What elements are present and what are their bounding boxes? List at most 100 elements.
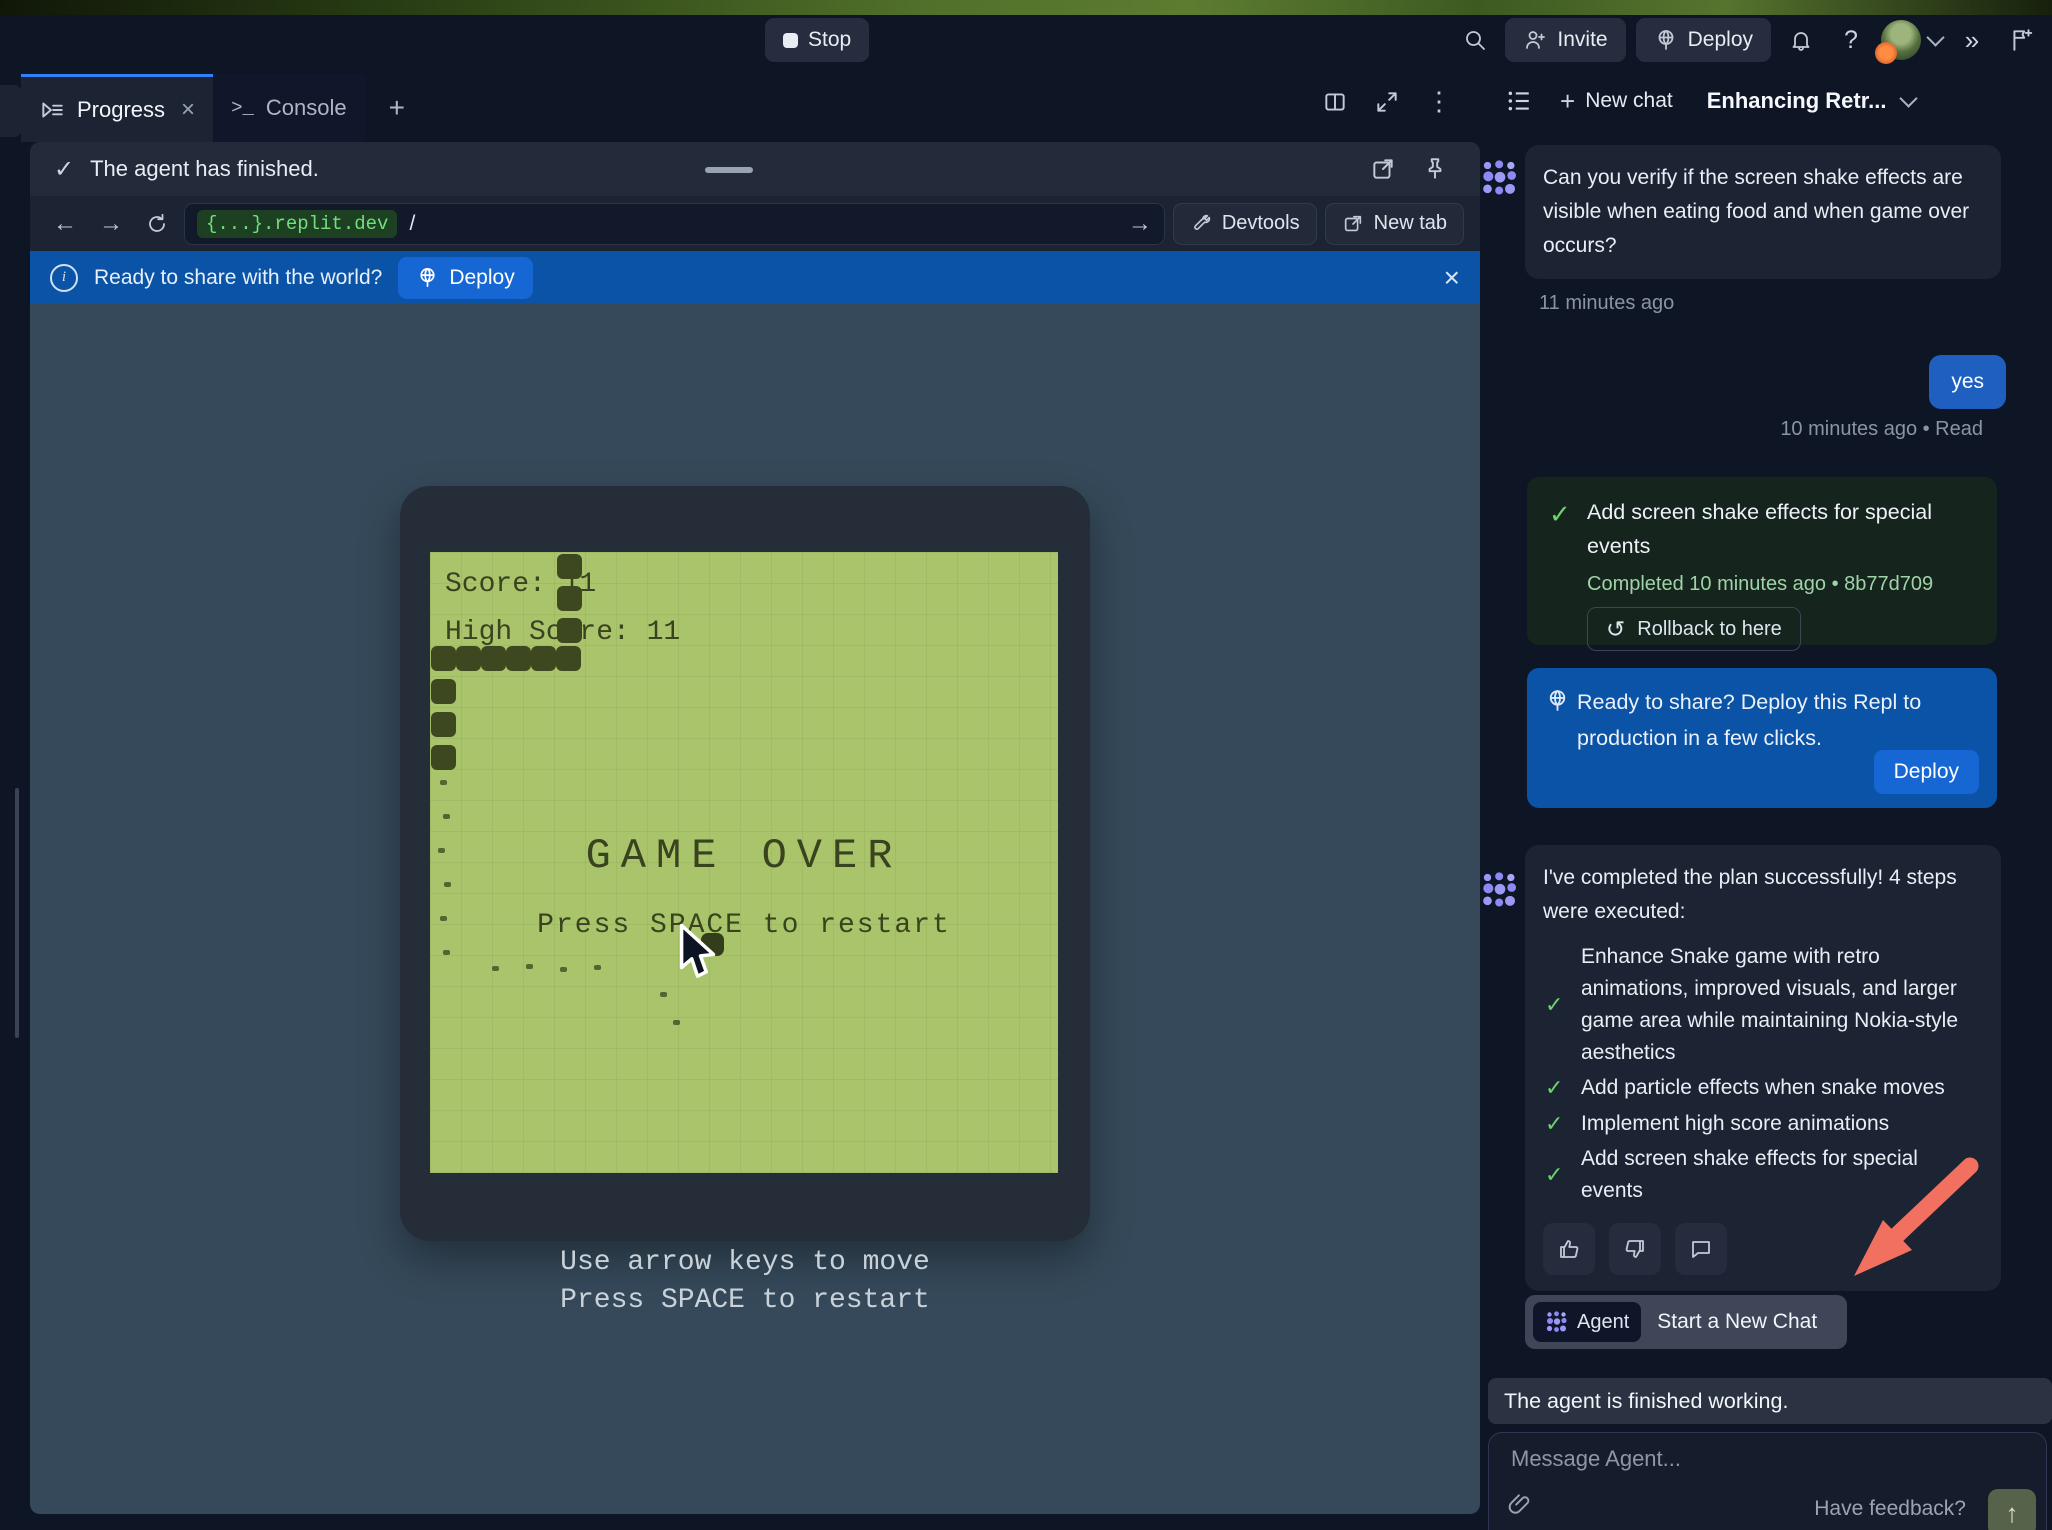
- deploy-card-text: Ready to share? Deploy this Repl to prod…: [1577, 684, 1957, 756]
- agent-logo-icon: [1545, 1310, 1569, 1334]
- chat-title[interactable]: Enhancing Retr...: [1707, 88, 1887, 114]
- invite-label: Invite: [1557, 28, 1607, 52]
- particle: [560, 967, 567, 972]
- banner-close-icon[interactable]: ×: [1444, 262, 1460, 294]
- deploy-promo-card: Ready to share? Deploy this Repl to prod…: [1527, 668, 1997, 808]
- game-console-frame: Score: 11 High Score: 11 GAME OVER Press…: [400, 486, 1090, 1241]
- wrench-icon: [1190, 213, 1212, 235]
- particle: [594, 965, 601, 970]
- plan-item-text: Add particle effects when snake moves: [1581, 1072, 1945, 1104]
- agent-chip-label: Agent: [1577, 1311, 1629, 1334]
- deploy-button[interactable]: Deploy: [1636, 18, 1771, 62]
- comment-button[interactable]: [1675, 1223, 1727, 1275]
- snake-segment: [506, 646, 531, 671]
- thumbs-up-icon: [1557, 1237, 1581, 1261]
- thumbs-down-button[interactable]: [1609, 1223, 1661, 1275]
- url-bar[interactable]: {...}.replit.dev / →: [184, 203, 1165, 245]
- banner-deploy-label: Deploy: [449, 266, 514, 290]
- close-icon[interactable]: ×: [181, 96, 195, 124]
- snake-segment: [456, 646, 481, 671]
- double-chevron-icon[interactable]: »: [1952, 18, 1992, 62]
- forward-icon[interactable]: →: [92, 210, 130, 238]
- new-tab-button-browser[interactable]: New tab: [1325, 203, 1464, 245]
- devtools-button[interactable]: Devtools: [1173, 203, 1317, 245]
- plan-item: ✓ Add particle effects when snake moves: [1545, 1071, 1983, 1105]
- tab-console-label: Console: [266, 95, 347, 121]
- particle: [440, 780, 447, 785]
- start-new-chat-label: Start a New Chat: [1657, 1310, 1817, 1334]
- instruction-line-2: Press SPACE to restart: [400, 1282, 1090, 1320]
- kebab-menu-icon[interactable]: ⋮: [1426, 86, 1452, 117]
- particle: [440, 916, 447, 921]
- agent-avatar: [1480, 158, 1520, 198]
- snake-segment: [431, 679, 456, 704]
- tab-progress-label: Progress: [77, 97, 165, 123]
- completed-task-card: ✓ Add screen shake effects for special e…: [1527, 477, 1997, 645]
- new-tab-button[interactable]: +: [365, 74, 429, 142]
- chevron-down-icon[interactable]: [1900, 89, 1918, 107]
- start-new-chat-button[interactable]: Agent Start a New Chat: [1525, 1295, 1847, 1349]
- mouse-cursor: [678, 924, 720, 982]
- banner-deploy-button[interactable]: Deploy: [398, 257, 532, 299]
- go-arrow-icon[interactable]: →: [1128, 210, 1152, 238]
- deploy-card-button-label: Deploy: [1894, 760, 1959, 784]
- chat-list-icon[interactable]: [1506, 88, 1532, 114]
- agent-avatar: [1480, 870, 1520, 910]
- message-input[interactable]: [1509, 1445, 1943, 1473]
- split-view-icon[interactable]: [1322, 89, 1348, 115]
- search-icon[interactable]: [1455, 18, 1495, 62]
- refresh-icon[interactable]: [138, 212, 176, 236]
- resize-handle[interactable]: [705, 167, 753, 173]
- notifications-bell-icon[interactable]: [1781, 18, 1821, 62]
- deploy-globe-icon: [1654, 28, 1678, 52]
- chevron-down-icon: [1926, 28, 1944, 46]
- deploy-globe-icon: [416, 266, 439, 289]
- send-button[interactable]: ↑: [1988, 1489, 2036, 1530]
- stop-icon: [783, 33, 798, 48]
- check-icon: ✓: [54, 155, 74, 184]
- deploy-label: Deploy: [1688, 28, 1753, 52]
- snake-segment: [431, 712, 456, 737]
- snake-segment: [431, 646, 456, 671]
- stop-label: Stop: [808, 28, 851, 52]
- tab-progress[interactable]: Progress ×: [21, 74, 213, 142]
- new-chat-button[interactable]: + New chat: [1560, 86, 1673, 117]
- have-feedback-link[interactable]: Have feedback?: [1814, 1497, 1966, 1521]
- browser-toolbar: ← → {...}.replit.dev / → Devtools New ta…: [30, 196, 1480, 251]
- check-icon: ✓: [1545, 1107, 1569, 1141]
- plan-item-text: Enhance Snake game with retro animations…: [1581, 941, 1983, 1069]
- collapsed-sidebar-tab[interactable]: [0, 85, 22, 137]
- help-icon[interactable]: ?: [1831, 18, 1871, 62]
- open-external-icon[interactable]: [1370, 156, 1396, 182]
- left-scrollbar[interactable]: [15, 788, 19, 1038]
- expand-icon[interactable]: [1374, 89, 1400, 115]
- particle: [444, 882, 451, 887]
- url-path: /: [409, 212, 415, 236]
- deploy-card-button[interactable]: Deploy: [1874, 750, 1979, 794]
- agent-status-bar: ✓ The agent has finished.: [30, 142, 1480, 197]
- desktop-gradient-strip: [0, 0, 2052, 15]
- particle: [443, 950, 450, 955]
- deploy-banner: i Ready to share with the world? Deploy …: [30, 251, 1480, 304]
- flag-plus-icon[interactable]: [2002, 18, 2042, 62]
- check-icon: ✓: [1545, 1071, 1569, 1105]
- stop-button[interactable]: Stop: [765, 18, 869, 62]
- snake-segment: [531, 646, 556, 671]
- attachment-paperclip-icon[interactable]: [1507, 1491, 1533, 1517]
- message-composer[interactable]: Have feedback? ↑: [1488, 1432, 2047, 1530]
- thumbs-up-button[interactable]: [1543, 1223, 1595, 1275]
- rollback-button[interactable]: ↺ Rollback to here: [1587, 607, 1801, 651]
- task-title: Add screen shake effects for special eve…: [1587, 495, 1967, 563]
- tab-console[interactable]: >_ Console: [213, 74, 365, 142]
- invite-button[interactable]: Invite: [1505, 18, 1625, 62]
- back-icon[interactable]: ←: [46, 210, 84, 238]
- account-menu[interactable]: [1881, 20, 1942, 60]
- app-preview: Score: 11 High Score: 11 GAME OVER Press…: [30, 304, 1480, 1514]
- agent-finished-text: The agent is finished working.: [1504, 1389, 1788, 1414]
- particle: [438, 848, 445, 853]
- url-host-chip[interactable]: {...}.replit.dev: [197, 210, 397, 238]
- avatar-badge: [1875, 42, 1897, 64]
- game-screen[interactable]: Score: 11 High Score: 11 GAME OVER Press…: [430, 552, 1058, 1173]
- plan-item-text: Implement high score animations: [1581, 1108, 1889, 1140]
- pin-icon[interactable]: [1422, 156, 1448, 182]
